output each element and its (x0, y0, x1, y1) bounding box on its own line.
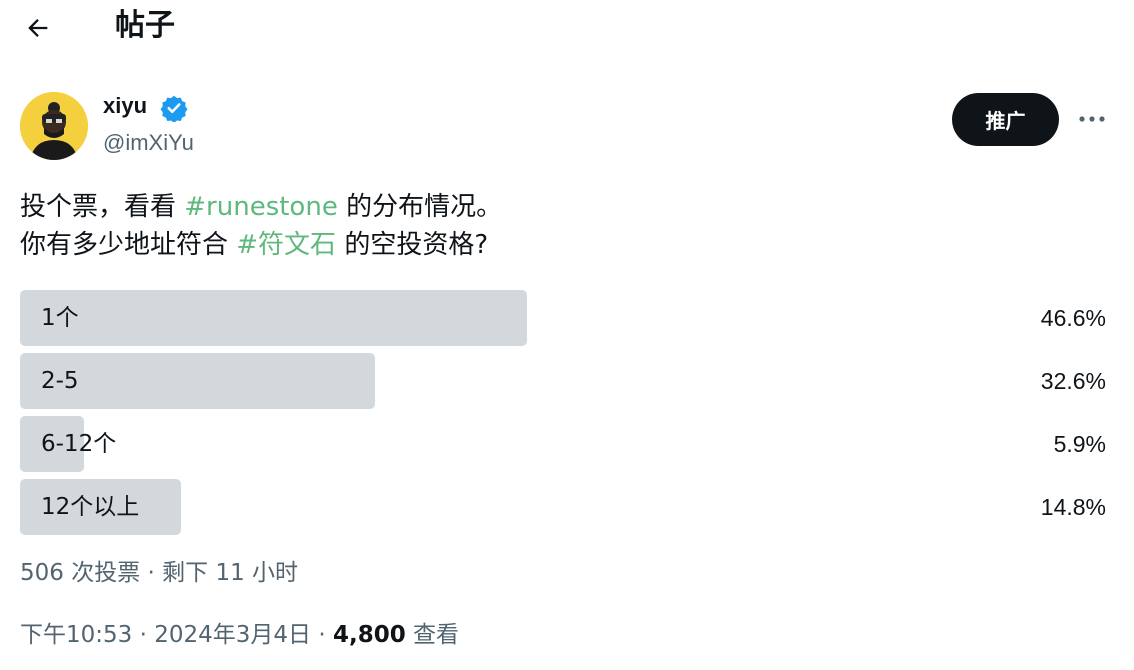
poll-option-label: 1个 (41, 305, 79, 331)
author-name[interactable]: xiyu (103, 92, 147, 120)
poll: 1个 46.6% 2-5 32.6% 6-12个 5.9% 12个以上 14.8… (20, 290, 1108, 542)
author-handle[interactable]: @imXiYu (103, 129, 194, 157)
tweet-text: 投个票，看看 #runestone 的分布情况。 你有多少地址符合 #符文石 的… (20, 188, 1110, 264)
hashtag-link-fuwenshi[interactable]: #符文石 (236, 230, 336, 260)
poll-option-percent: 14.8% (1040, 494, 1106, 520)
avatar-image (20, 92, 88, 160)
promote-button[interactable]: 推广 (952, 93, 1059, 146)
tweet-text-segment: 的空投资格? (336, 230, 489, 260)
arrow-left-icon (28, 19, 48, 37)
ellipsis-icon (1079, 116, 1105, 122)
poll-option: 2-5 32.6% (20, 353, 1108, 409)
tweet-text-segment: 投个票，看看 (20, 192, 185, 222)
post-metadata: 下午10:53 · 2024年3月4日 · 4,800 查看 (20, 618, 459, 652)
page-title: 帖子 (115, 8, 175, 43)
poll-option: 1个 46.6% (20, 290, 1108, 346)
tweet-line-2: 你有多少地址符合 #符文石 的空投资格? (20, 226, 1110, 264)
poll-option-percent: 5.9% (1053, 431, 1106, 457)
verified-badge-icon (160, 95, 188, 122)
avatar[interactable] (20, 92, 88, 160)
tweet-line-1: 投个票，看看 #runestone 的分布情况。 (20, 188, 1110, 226)
poll-option: 6-12个 5.9% (20, 416, 1108, 472)
poll-bar (20, 290, 527, 346)
more-options-button[interactable] (1074, 104, 1110, 134)
poll-option-label: 2-5 (41, 368, 79, 394)
poll-option-label: 6-12个 (41, 431, 117, 457)
post-timestamp[interactable]: 下午10:53 · 2024年3月4日 · (20, 622, 333, 648)
poll-option-label: 12个以上 (41, 494, 140, 520)
view-count: 4,800 (332, 622, 406, 648)
tweet-text-segment: 的分布情况。 (337, 192, 503, 222)
hashtag-link-runestone[interactable]: #runestone (184, 192, 338, 222)
post-page: 帖子 xiyu @imXiYu 推广 投个票，看看 #runestone 的分布… (0, 0, 1134, 670)
poll-option-percent: 32.6% (1040, 368, 1106, 394)
poll-option-percent: 46.6% (1040, 305, 1106, 331)
views-label: 查看 (405, 622, 460, 648)
header: 帖子 (0, 0, 1134, 56)
poll-option: 12个以上 14.8% (20, 479, 1108, 535)
poll-vote-summary: 506 次投票 · 剩下 11 小时 (20, 560, 299, 586)
tweet-text-segment: 你有多少地址符合 (20, 230, 237, 260)
back-button[interactable] (18, 8, 58, 48)
